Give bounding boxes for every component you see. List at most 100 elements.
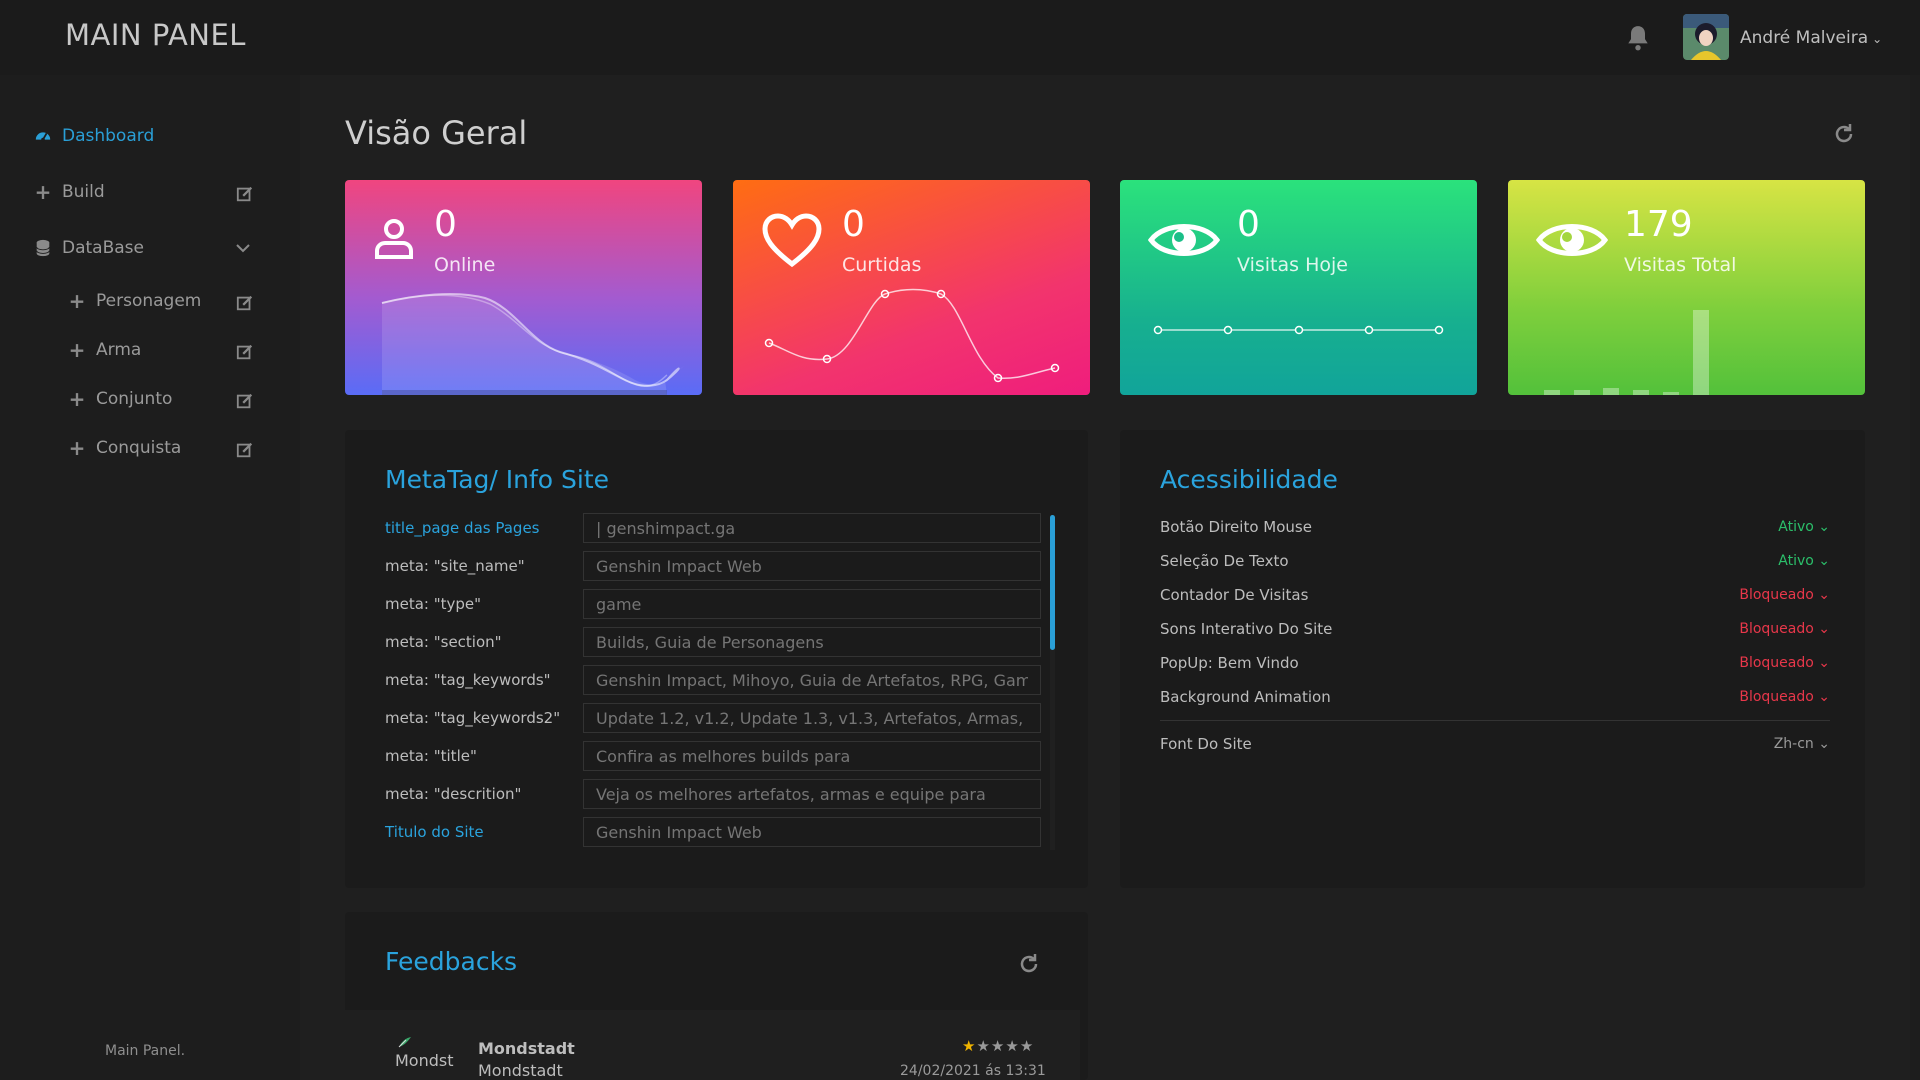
edit-icon[interactable] (236, 392, 254, 410)
rating-stars: ★★★★★ (962, 1037, 1034, 1055)
meta-label: meta: "type" (385, 595, 482, 613)
status-value: Ativo (1778, 519, 1814, 535)
edit-icon[interactable] (236, 294, 254, 312)
user-name: André Malveira (1740, 28, 1869, 48)
sidebar-item-build[interactable]: + Build (34, 180, 105, 204)
stat-card-online: 0 Online (345, 180, 702, 395)
meta-label: meta: "descrition" (385, 785, 522, 803)
accessibility-label: Background Animation (1160, 688, 1331, 706)
accessibility-row: Font Do Site Zh-cn ⌄ (1160, 729, 1830, 759)
accessibility-row: Background Animation Bloqueado ⌄ (1160, 682, 1830, 712)
area-chart (381, 292, 685, 395)
database-icon (36, 239, 50, 257)
meta-input[interactable] (583, 551, 1041, 581)
sidebar-footer: Main Panel. (105, 1043, 186, 1059)
star-icon: ★ (976, 1037, 991, 1055)
meta-input[interactable] (583, 703, 1041, 733)
status-select[interactable]: Bloqueado ⌄ (1739, 655, 1830, 671)
status-select[interactable]: Bloqueado ⌄ (1739, 621, 1830, 637)
meta-input[interactable] (583, 513, 1041, 543)
stat-value: 0 (434, 204, 457, 245)
star-icon: ★ (962, 1037, 977, 1055)
top-bar: MAIN PANEL André Malveira ⌄ (0, 0, 1920, 75)
edit-icon[interactable] (236, 441, 254, 459)
accessibility-row: Sons Interativo Do Site Bloqueado ⌄ (1160, 614, 1830, 644)
stat-card-curtidas: 0 Curtidas (733, 180, 1090, 395)
plus-icon: + (34, 180, 52, 204)
stat-value: 0 (842, 204, 865, 245)
meta-row: meta: "descrition" (385, 779, 1041, 809)
refresh-icon[interactable] (1832, 122, 1856, 146)
meta-label: meta: "section" (385, 633, 502, 651)
accessibility-label: Contador De Visitas (1160, 586, 1309, 604)
meta-input[interactable] (583, 627, 1041, 657)
sidebar-item-arma[interactable]: + Arma (68, 338, 142, 362)
meta-label: meta: "tag_keywords" (385, 671, 551, 689)
user-menu[interactable]: André Malveira ⌄ (1740, 28, 1882, 48)
status-value: Ativo (1778, 553, 1814, 569)
dashboard-icon (35, 132, 51, 142)
chevron-down-icon[interactable] (235, 242, 251, 254)
bell-icon[interactable] (1625, 24, 1651, 52)
star-icon: ★ (1005, 1037, 1020, 1055)
feedback-avatar-alt: Mondst (395, 1051, 454, 1070)
chevron-down-icon: ⌄ (1818, 553, 1830, 569)
meta-input[interactable] (583, 741, 1041, 771)
edit-icon[interactable] (236, 185, 254, 203)
star-icon: ★ (990, 1037, 1006, 1055)
user-icon (375, 219, 413, 259)
sidebar-item-personagem[interactable]: + Personagem (68, 289, 202, 313)
status-value: Bloqueado (1739, 587, 1814, 603)
meta-label: meta: "title" (385, 747, 477, 765)
line-chart (1153, 325, 1444, 335)
accessibility-label: Font Do Site (1160, 735, 1252, 753)
sidebar-item-conjunto[interactable]: + Conjunto (68, 387, 173, 411)
eye-icon (1148, 224, 1220, 256)
stat-label: Curtidas (842, 254, 922, 276)
metatag-title: MetaTag/ Info Site (385, 465, 610, 494)
scrollbar-thumb[interactable] (1050, 515, 1055, 650)
stat-value: 0 (1237, 204, 1260, 245)
status-select[interactable]: Ativo ⌄ (1778, 553, 1830, 569)
accessibility-row: Botão Direito Mouse Ativo ⌄ (1160, 512, 1830, 542)
status-value: Bloqueado (1739, 655, 1814, 671)
avatar[interactable] (1683, 14, 1729, 60)
meta-row: title_page das Pages (385, 513, 1041, 543)
status-select[interactable]: Bloqueado ⌄ (1739, 689, 1830, 705)
sidebar-item-dashboard[interactable]: Dashboard (34, 126, 154, 146)
meta-input[interactable] (583, 665, 1041, 695)
meta-input[interactable] (583, 779, 1041, 809)
chevron-down-icon: ⌄ (1818, 655, 1830, 671)
sidebar (0, 75, 300, 1080)
sidebar-item-conquista[interactable]: + Conquista (68, 436, 182, 460)
feedback-name: Mondstadt (478, 1039, 575, 1058)
sidebar-item-label: Arma (96, 340, 142, 360)
chevron-down-icon: ⌄ (1818, 587, 1830, 603)
app-title: MAIN PANEL (65, 18, 246, 52)
plus-icon: + (68, 436, 86, 460)
refresh-icon[interactable] (1017, 952, 1041, 976)
feedbacks-title: Feedbacks (385, 947, 518, 976)
meta-input[interactable] (583, 817, 1041, 847)
eye-icon (1536, 224, 1608, 256)
chevron-down-icon: ⌄ (1818, 519, 1830, 535)
stat-card-visitas-hoje: 0 Visitas Hoje (1120, 180, 1477, 395)
meta-row: meta: "section" (385, 627, 1041, 657)
status-select[interactable]: Ativo ⌄ (1778, 519, 1830, 535)
leaf-icon (398, 1037, 411, 1048)
sidebar-item-label: Conquista (96, 438, 182, 458)
meta-label: meta: "tag_keywords2" (385, 709, 561, 727)
meta-label: title_page das Pages (385, 519, 540, 537)
accessibility-label: PopUp: Bem Vindo (1160, 654, 1299, 672)
status-select[interactable]: Bloqueado ⌄ (1739, 587, 1830, 603)
sidebar-item-database[interactable]: DataBase (34, 238, 144, 258)
font-value: Zh-cn (1773, 736, 1814, 752)
font-select[interactable]: Zh-cn ⌄ (1774, 736, 1830, 752)
edit-icon[interactable] (236, 343, 254, 361)
plus-icon: + (68, 387, 86, 411)
sidebar-item-label: Dashboard (62, 126, 155, 146)
meta-input[interactable] (583, 589, 1041, 619)
divider (1160, 720, 1830, 721)
chevron-down-icon: ⌄ (1818, 689, 1830, 705)
sidebar-item-label: DataBase (62, 238, 144, 258)
